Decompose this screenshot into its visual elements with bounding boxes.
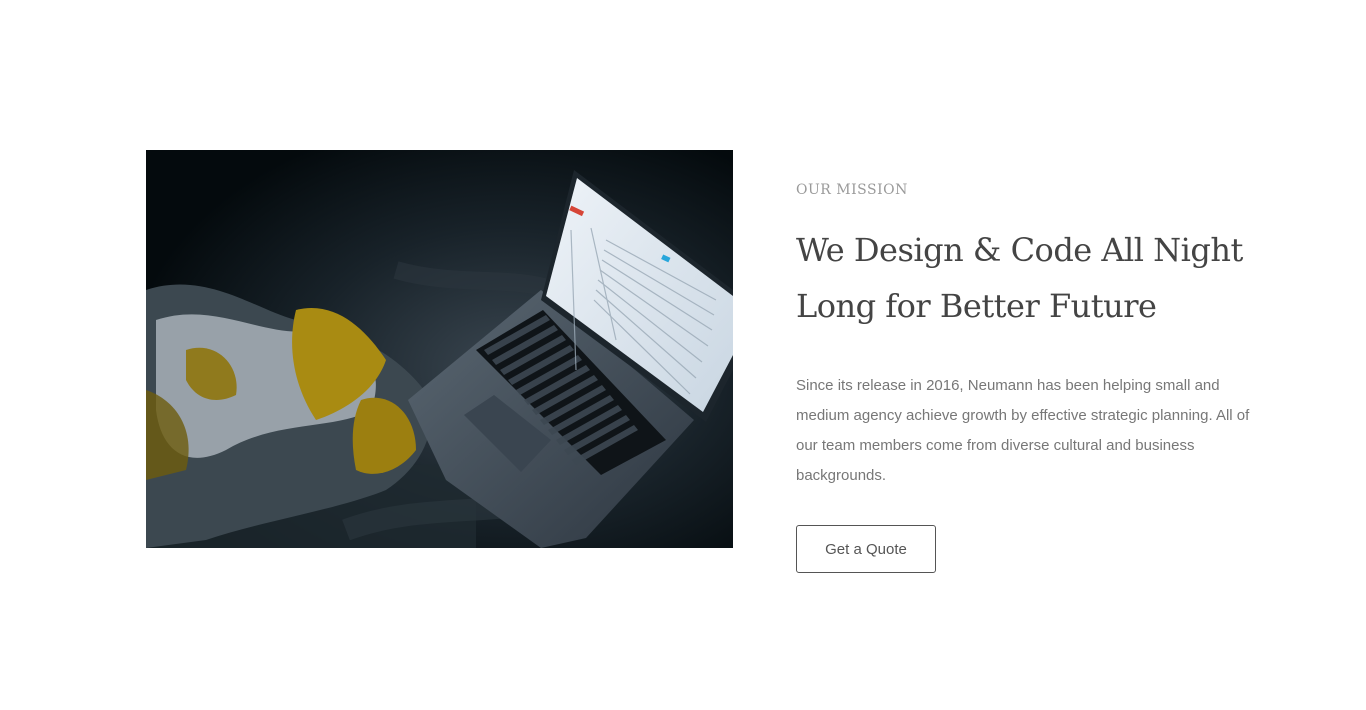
heading-line-1: We Design & Code All Night	[796, 231, 1243, 269]
laptop-on-bed-photo	[146, 150, 733, 548]
mission-content: OUR MISSION We Design & Code All Night L…	[796, 180, 1266, 573]
heading-line-2: Long for Better Future	[796, 287, 1157, 325]
section-description: Since its release in 2016, Neumann has b…	[796, 377, 1250, 484]
get-a-quote-button[interactable]: Get a Quote	[796, 525, 936, 573]
mission-section: OUR MISSION We Design & Code All Night L…	[0, 0, 1366, 710]
section-heading: We Design & Code All Night Long for Bett…	[796, 222, 1266, 334]
section-eyebrow: OUR MISSION	[796, 182, 908, 198]
